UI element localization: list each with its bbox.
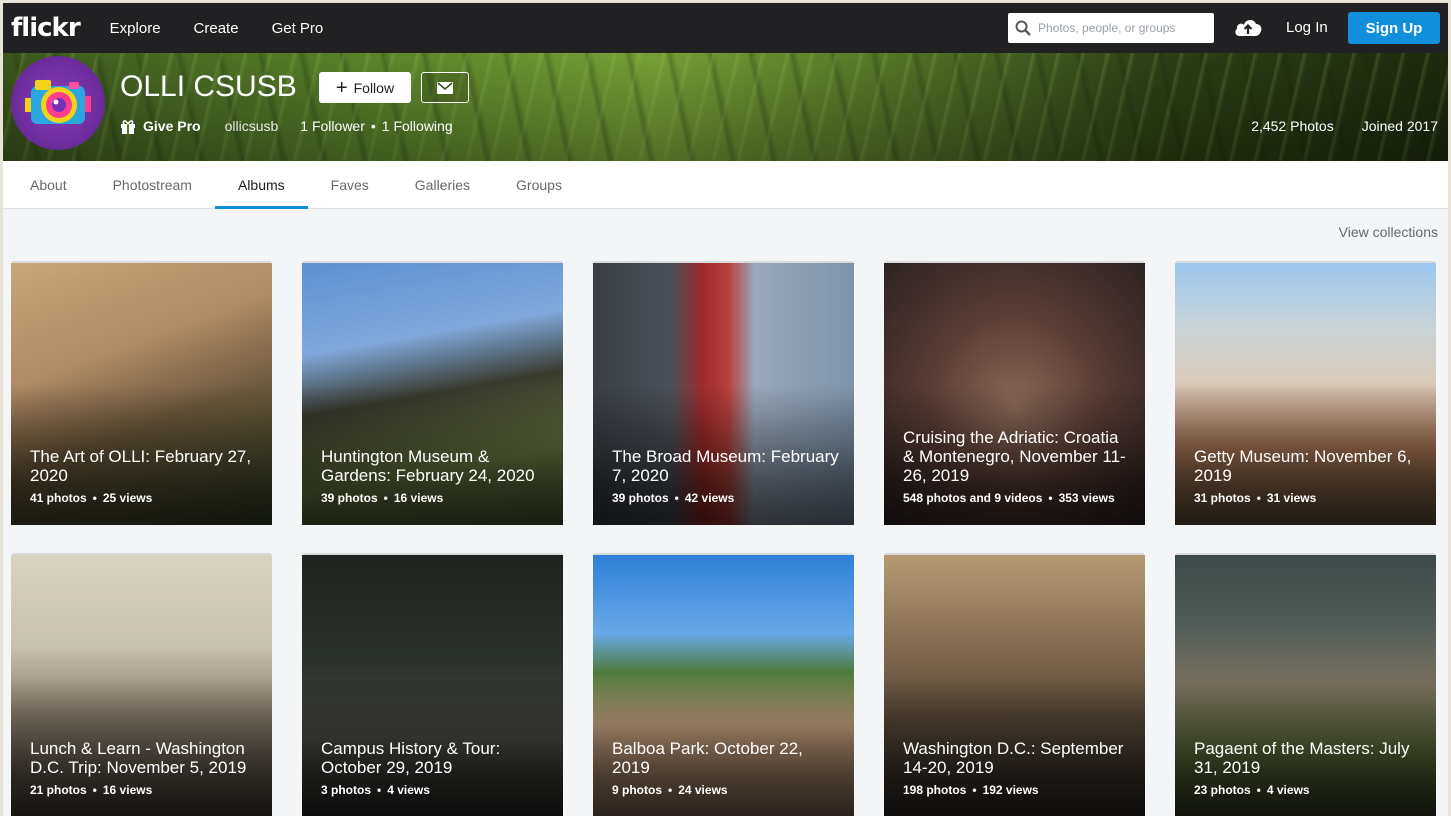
tab-about[interactable]: About — [3, 161, 90, 208]
view-collections-link[interactable]: View collections — [1339, 224, 1438, 240]
album-title: Washington D.C.: September 14-20, 2019 — [903, 739, 1124, 777]
profile-subline: Give Pro ollicsusb 1 Follower • 1 Follow… — [120, 118, 453, 134]
album-title: Campus History & Tour: October 29, 2019 — [321, 739, 501, 777]
tab-groups[interactable]: Groups — [493, 161, 585, 208]
album-views: 31 views — [1266, 491, 1317, 505]
album-title: The Broad Museum: February 7, 2020 — [612, 447, 839, 485]
album-card[interactable]: The Broad Museum: February 7, 2020 39 ph… — [593, 263, 854, 525]
album-title: Lunch & Learn - Washington D.C. Trip: No… — [30, 739, 247, 777]
avatar[interactable] — [11, 56, 105, 150]
album-card[interactable]: Cruising the Adriatic: Croatia & Montene… — [884, 263, 1145, 525]
album-photo-count: 39 photos — [612, 491, 669, 505]
search-input[interactable] — [1038, 21, 1208, 35]
followers-link[interactable]: 1 Follower — [300, 118, 365, 134]
album-meta: 548 photos and 9 videos • 353 views — [903, 491, 1115, 505]
album-photo-count: 31 photos — [1194, 491, 1251, 505]
nav-get-pro[interactable]: Get Pro — [272, 20, 324, 37]
album-photo-count: 198 photos — [903, 783, 967, 797]
album-meta: 23 photos • 4 views — [1194, 783, 1310, 797]
flickr-page: flickr Explore Create Get Pro Log In Sig… — [3, 3, 1448, 816]
album-card[interactable]: Pagaent of the Masters: July 31, 2019 23… — [1175, 555, 1436, 816]
album-title: Huntington Museum & Gardens: February 24… — [321, 447, 535, 485]
flickr-logo[interactable]: flickr — [11, 13, 81, 43]
search-icon[interactable] — [1008, 20, 1038, 36]
album-card[interactable]: Balboa Park: October 22, 2019 9 photos • 2… — [593, 555, 854, 816]
separator-dot: • — [370, 118, 376, 134]
follow-button[interactable]: + Follow — [319, 72, 411, 103]
message-button[interactable] — [421, 72, 469, 103]
album-title: Cruising the Adriatic: Croatia & Montene… — [903, 428, 1126, 485]
album-views: 42 views — [684, 491, 735, 505]
profile-stats: 2,452 Photos Joined 2017 — [1223, 118, 1438, 134]
album-meta: 31 photos • 31 views — [1194, 491, 1317, 505]
album-title: The Art of OLLI: February 27, 2020 — [30, 447, 252, 485]
top-nav: flickr Explore Create Get Pro Log In Sig… — [3, 3, 1448, 53]
nav-create[interactable]: Create — [194, 20, 239, 37]
give-pro-label: Give Pro — [143, 118, 201, 134]
album-views: 16 views — [393, 491, 444, 505]
album-meta: 41 photos • 25 views — [30, 491, 153, 505]
album-card[interactable]: Lunch & Learn - Washington D.C. Trip: No… — [11, 555, 272, 816]
album-card[interactable]: Getty Museum: November 6, 2019 31 photos… — [1175, 263, 1436, 525]
album-photo-count: 23 photos — [1194, 783, 1251, 797]
log-in-link[interactable]: Log In — [1286, 19, 1328, 36]
album-photo-count: 3 photos — [321, 783, 371, 797]
album-meta: 21 photos • 16 views — [30, 783, 153, 797]
album-photo-count: 548 photos and 9 videos — [903, 491, 1043, 505]
album-meta: 198 photos • 192 views — [903, 783, 1039, 797]
album-title: Pagaent of the Masters: July 31, 2019 — [1194, 739, 1410, 777]
follow-label: Follow — [353, 79, 395, 96]
give-pro-link[interactable]: Give Pro — [120, 118, 201, 134]
joined-date: Joined 2017 — [1361, 118, 1438, 134]
album-photo-count: 21 photos — [30, 783, 87, 797]
profile-tabs: About Photostream Albums Faves Galleries… — [3, 161, 1448, 209]
username: ollicsusb — [224, 118, 279, 134]
album-views: 4 views — [1266, 783, 1310, 797]
following-link[interactable]: 1 Following — [382, 118, 453, 134]
tab-galleries[interactable]: Galleries — [392, 161, 493, 208]
album-title: Balboa Park: October 22, 2019 — [612, 739, 803, 777]
album-photo-count: 41 photos — [30, 491, 87, 505]
tab-albums[interactable]: Albums — [214, 161, 308, 209]
album-views: 4 views — [387, 783, 430, 797]
profile-cover: OLLI CSUSB + Follow Give Pro ollicsusb 1… — [3, 53, 1448, 161]
album-views: 192 views — [982, 783, 1039, 797]
album-card[interactable]: Huntington Museum & Gardens: February 24… — [302, 263, 563, 525]
profile-name: OLLI CSUSB — [120, 70, 297, 103]
upload-cloud-icon[interactable] — [1233, 16, 1263, 43]
album-meta: 9 photos • 24 views — [612, 783, 728, 797]
album-views: 24 views — [678, 783, 728, 797]
album-card[interactable]: The Art of OLLI: February 27, 2020 41 ph… — [11, 263, 272, 525]
photo-count: 2,452 Photos — [1251, 118, 1334, 134]
album-photo-count: 9 photos — [612, 783, 662, 797]
sign-up-button[interactable]: Sign Up — [1348, 12, 1440, 44]
plus-icon: + — [335, 76, 348, 99]
album-title: Getty Museum: November 6, 2019 — [1194, 447, 1412, 485]
album-card[interactable]: Washington D.C.: September 14-20, 2019 1… — [884, 555, 1145, 816]
nav-explore[interactable]: Explore — [110, 20, 161, 37]
album-views: 25 views — [102, 491, 153, 505]
tab-faves[interactable]: Faves — [308, 161, 392, 208]
album-views: 353 views — [1058, 491, 1115, 505]
album-photo-count: 39 photos — [321, 491, 378, 505]
album-meta: 3 photos • 4 views — [321, 783, 430, 797]
tab-photostream[interactable]: Photostream — [90, 161, 215, 208]
album-meta: 39 photos • 42 views — [612, 491, 735, 505]
album-views: 16 views — [102, 783, 153, 797]
album-meta: 39 photos • 16 views — [321, 491, 444, 505]
search-box[interactable] — [1008, 13, 1214, 43]
gift-icon — [121, 120, 135, 134]
mail-icon — [437, 81, 453, 94]
album-card[interactable]: Campus History & Tour: October 29, 2019 … — [302, 555, 563, 816]
